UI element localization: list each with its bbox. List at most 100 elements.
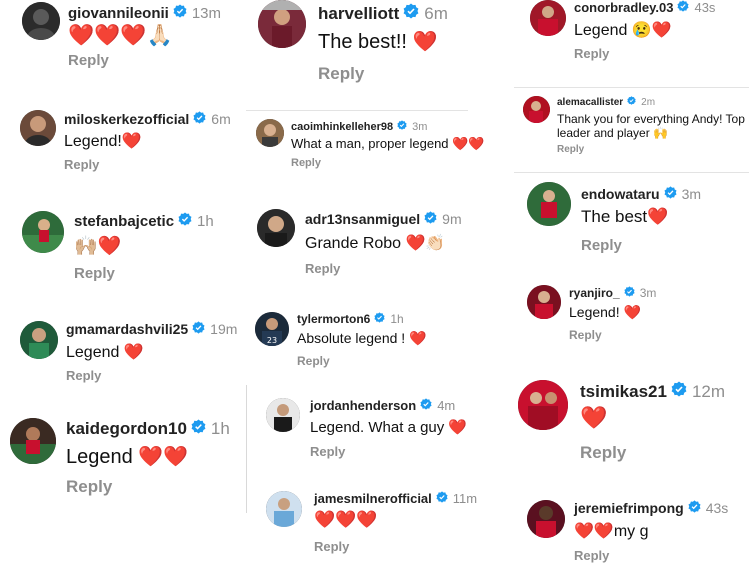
comment-text: Legend ❤️❤️ (66, 446, 189, 468)
comment-text: Thank you for everything Andy! Top (557, 112, 745, 126)
verified-badge-icon (664, 186, 677, 202)
username[interactable]: ryanjiro_ (569, 286, 620, 300)
verified-badge-icon (688, 500, 701, 516)
timestamp: 1h (390, 312, 404, 326)
reply-button[interactable]: Reply (305, 261, 340, 276)
timestamp: 19m (210, 321, 238, 337)
timestamp: 3m (412, 120, 428, 133)
reply-button[interactable]: Reply (581, 237, 622, 254)
svg-text:23: 23 (267, 336, 277, 345)
reply-button[interactable]: Reply (557, 144, 584, 155)
username[interactable]: alemacallister (557, 97, 623, 108)
username[interactable]: kaidegordon10 (66, 419, 187, 439)
verified-badge-icon (677, 0, 690, 15)
timestamp: 1h (210, 419, 230, 438)
comment-text: Legend. What a guy ❤️ (310, 419, 468, 436)
verified-badge-icon (671, 381, 687, 402)
verified-badge-icon (397, 120, 407, 133)
comment-text: The best❤️ (581, 207, 669, 226)
username[interactable]: adr13nsanmiguel (305, 211, 420, 227)
avatar[interactable]: 23 (255, 312, 289, 346)
avatar[interactable] (20, 321, 58, 359)
timestamp: 12m (691, 381, 726, 401)
timestamp: 3m (639, 286, 657, 300)
username[interactable]: caoimhinkelleher98 (291, 121, 393, 133)
verified-badge-icon (374, 312, 385, 326)
reply-button[interactable]: Reply (318, 64, 364, 84)
username[interactable]: stefanbajcetic (74, 213, 174, 230)
username[interactable]: miloskerkezofficial (64, 111, 189, 127)
comment-text: ❤️❤️my g (574, 523, 649, 540)
reply-button[interactable]: Reply (569, 328, 602, 342)
timestamp: 43s (694, 0, 716, 15)
username[interactable]: tylermorton6 (297, 312, 370, 326)
reply-button[interactable]: Reply (66, 477, 112, 497)
timestamp: 43s (705, 500, 729, 516)
reply-button[interactable]: Reply (291, 157, 321, 169)
reply-button[interactable]: Reply (74, 265, 115, 282)
username[interactable]: endowataru (581, 186, 660, 202)
avatar[interactable] (527, 182, 571, 226)
comment-text: Legend!❤️ (64, 133, 142, 150)
comment-text: ❤️ (580, 405, 608, 430)
timestamp: 6m (211, 111, 231, 127)
reply-button[interactable]: Reply (68, 52, 109, 69)
reply-button[interactable]: Reply (580, 443, 626, 463)
username[interactable]: harvelliott (318, 4, 399, 24)
avatar[interactable] (527, 500, 565, 538)
avatar[interactable] (523, 96, 550, 123)
username[interactable]: conorbradley.03 (574, 0, 673, 15)
comment-text: Legend ❤️ (66, 344, 144, 361)
avatar[interactable] (518, 380, 568, 430)
timestamp: 11m (452, 491, 478, 506)
verified-badge-icon (191, 419, 206, 439)
verified-badge-icon (420, 398, 432, 413)
username[interactable]: giovannileonii (68, 5, 169, 22)
avatar[interactable] (10, 418, 56, 464)
divider (514, 87, 749, 88)
timestamp: 1h (197, 212, 214, 230)
verified-badge-icon (436, 491, 448, 506)
verified-badge-icon (193, 111, 206, 127)
avatar[interactable] (266, 398, 300, 432)
comment-text: Legend! ❤️ (569, 304, 641, 320)
timestamp: 3m (681, 186, 702, 202)
avatar[interactable] (530, 0, 566, 36)
avatar[interactable] (257, 209, 295, 247)
username[interactable]: jamesmilnerofficial (314, 491, 432, 506)
timestamp: 6m (424, 3, 448, 23)
reply-button[interactable]: Reply (314, 539, 349, 554)
divider (246, 110, 468, 111)
avatar[interactable] (20, 110, 56, 146)
avatar[interactable] (527, 285, 561, 319)
timestamp: 13m (191, 4, 222, 22)
comment-text: ❤️❤️❤️🙏🏻 (68, 24, 173, 47)
timestamp: 2m (641, 96, 656, 108)
username[interactable]: jordanhenderson (310, 398, 416, 413)
verified-badge-icon (424, 211, 437, 227)
avatar[interactable] (256, 119, 284, 147)
reply-button[interactable]: Reply (310, 444, 345, 459)
username[interactable]: jeremiefrimpong (574, 500, 684, 516)
reply-button[interactable]: Reply (297, 354, 330, 368)
reply-button[interactable]: Reply (574, 46, 609, 61)
reply-button[interactable]: Reply (66, 368, 101, 383)
verified-badge-icon (173, 4, 187, 22)
avatar[interactable] (22, 211, 64, 253)
username[interactable]: gmamardashvili25 (66, 321, 188, 337)
comment-text-line-2: leader and player 🙌 (557, 126, 669, 140)
avatar[interactable] (258, 0, 306, 48)
divider (514, 172, 749, 173)
reply-button[interactable]: Reply (574, 548, 609, 563)
avatar[interactable] (266, 491, 302, 527)
comment-text: Grande Robo ❤️👏🏻 (305, 235, 446, 252)
reply-button[interactable]: Reply (64, 157, 99, 172)
divider (246, 385, 247, 513)
username[interactable]: tsimikas21 (580, 382, 667, 402)
verified-badge-icon (624, 286, 635, 300)
verified-badge-icon (192, 321, 205, 337)
comment-text: ❤️❤️❤️ (314, 510, 378, 529)
timestamp: 4m (437, 398, 456, 413)
comment-text: 🙌🏼❤️ (74, 236, 122, 257)
avatar[interactable] (22, 2, 60, 40)
